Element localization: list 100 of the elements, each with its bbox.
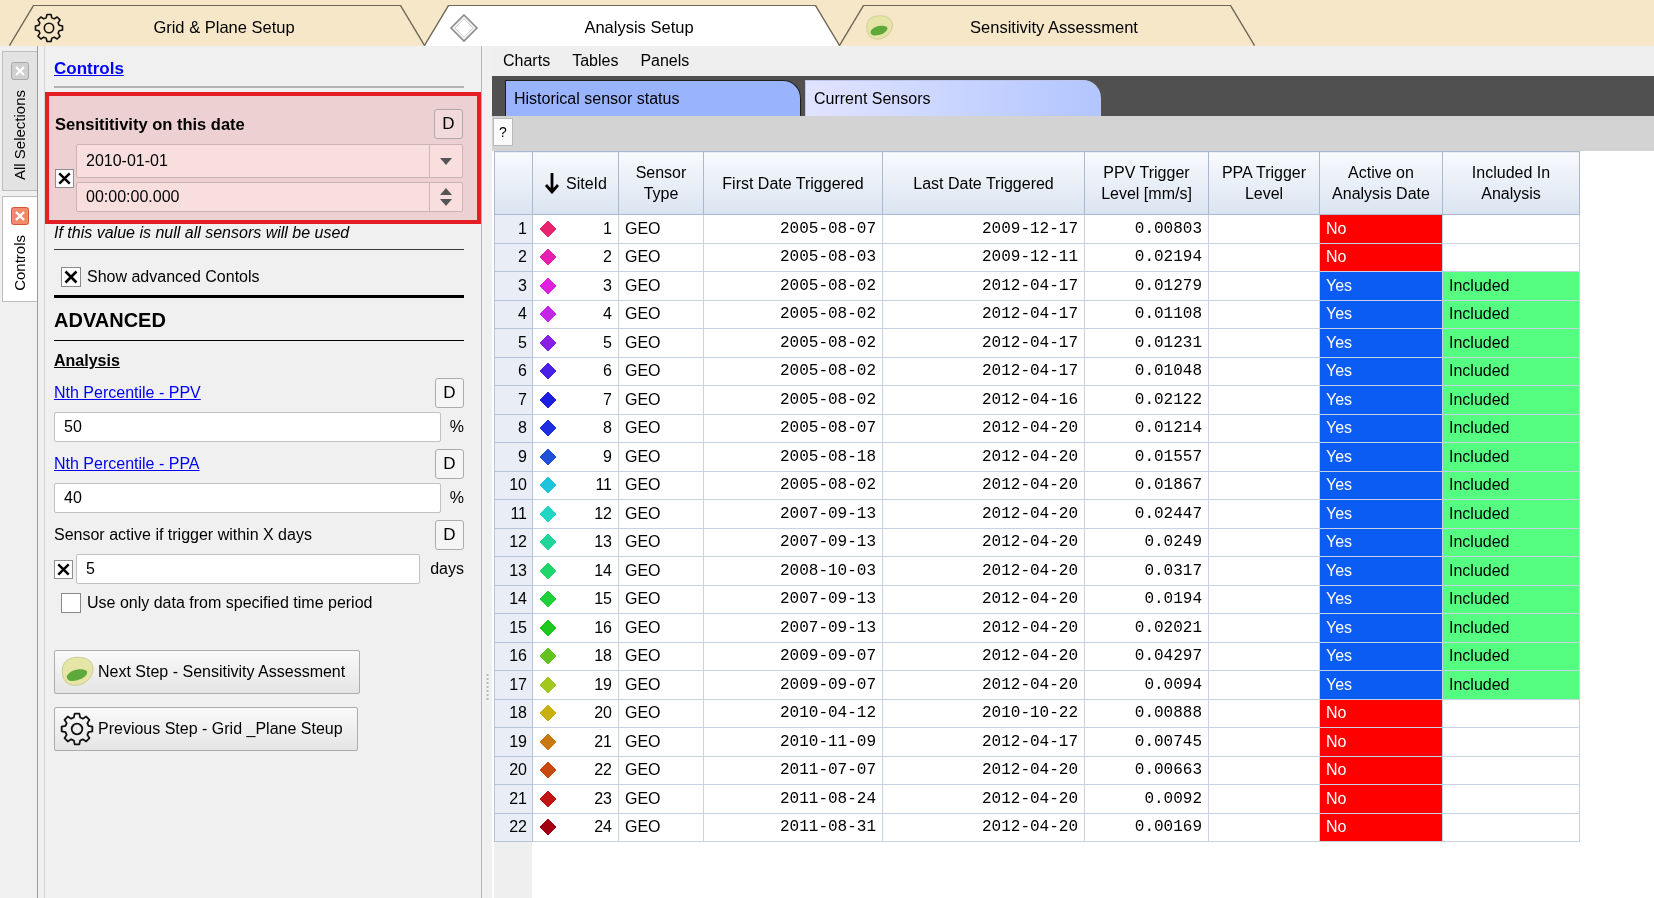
status-cell: Yes xyxy=(1319,414,1443,443)
table-cell: 2012-04-17 xyxy=(882,357,1085,386)
column-header[interactable]: PPV Trigger Level [mm/s] xyxy=(1084,151,1209,215)
column-header[interactable]: First Date Triggered xyxy=(703,151,883,215)
included-cell: Included xyxy=(1442,271,1580,300)
table-cell: 0.01279 xyxy=(1084,271,1209,300)
side-tab[interactable]: All Selections xyxy=(2,51,37,192)
status-cell: Yes xyxy=(1319,442,1443,471)
status-cell: Yes xyxy=(1319,499,1443,528)
column-header[interactable]: Sensor Type xyxy=(618,151,704,215)
row-header: 5 xyxy=(494,328,533,357)
table-cell: 2012-04-20 xyxy=(882,471,1085,500)
included-cell: Included xyxy=(1442,442,1580,471)
checkbox[interactable] xyxy=(61,593,81,613)
table-cell: 2012-04-20 xyxy=(882,414,1085,443)
table-cell: GEO xyxy=(618,471,704,500)
table-cell: GEO xyxy=(618,585,704,614)
field-label: Sensor active if trigger within X days xyxy=(54,526,312,544)
default-button[interactable]: D xyxy=(434,109,463,139)
field-label: Sensititivity on this date xyxy=(55,114,245,134)
menu-item[interactable]: Charts xyxy=(503,52,551,70)
column-header[interactable]: SiteId xyxy=(532,151,619,215)
table-cell: 2012-04-20 xyxy=(882,556,1085,585)
included-cell: Included xyxy=(1442,528,1580,557)
column-header[interactable]: PPA Trigger Level xyxy=(1208,151,1320,215)
included-cell: Included xyxy=(1442,613,1580,642)
diamond-icon xyxy=(449,12,479,43)
section-heading: ADVANCED xyxy=(54,308,166,332)
step-button[interactable]: Previous Step - Grid _Plane Steup xyxy=(54,707,358,751)
row-header: 17 xyxy=(494,670,533,699)
site-id-text: 23 xyxy=(594,789,612,808)
table-cell: GEO xyxy=(618,556,704,585)
table-cell: 2005-08-02 xyxy=(703,328,883,357)
table-cell: 2012-04-20 xyxy=(882,528,1085,557)
table-cell: 2005-08-02 xyxy=(703,271,883,300)
table-cell: 2012-04-17 xyxy=(882,727,1085,756)
menu-item[interactable]: Panels xyxy=(640,52,690,70)
input-field[interactable]: 50 xyxy=(54,412,441,442)
status-cell: Yes xyxy=(1319,385,1443,414)
table-cell: 2005-08-18 xyxy=(703,442,883,471)
step-button[interactable]: Next Step - Sensitivity Assessment xyxy=(54,650,361,694)
table-cell: GEO xyxy=(618,813,704,842)
view-tab[interactable]: Current Sensors xyxy=(805,80,1101,116)
included-cell: Included xyxy=(1442,670,1580,699)
percentile-link[interactable]: Nth Percentile - PPA xyxy=(54,455,200,473)
column-header[interactable]: Included In Analysis xyxy=(1442,151,1580,215)
checkbox[interactable] xyxy=(61,267,81,287)
table-cell: 2011-07-07 xyxy=(703,756,883,785)
row-header: 8 xyxy=(494,414,533,443)
row-header: 4 xyxy=(494,300,533,329)
time-field[interactable]: 00:00:00.000 xyxy=(76,182,463,212)
row-header: 1 xyxy=(494,214,533,243)
default-button[interactable]: D xyxy=(435,520,464,550)
unit-label: % xyxy=(449,418,464,436)
row-header: 11 xyxy=(494,499,533,528)
side-tab[interactable]: Controls xyxy=(2,196,37,302)
column-header[interactable]: Active on Analysis Date xyxy=(1319,151,1443,215)
site-id-text: 3 xyxy=(603,276,612,295)
table-cell: 2005-08-07 xyxy=(703,214,883,243)
gear-icon xyxy=(34,12,64,43)
table-cell: 0.0249 xyxy=(1084,528,1209,557)
checkbox[interactable] xyxy=(55,168,74,188)
input-field[interactable]: 40 xyxy=(54,483,441,513)
default-button[interactable]: D xyxy=(435,378,464,408)
table-cell: 0.00745 xyxy=(1084,727,1209,756)
table-cell: 0.0094 xyxy=(1084,670,1209,699)
site-id-text: 18 xyxy=(594,647,612,666)
menu-item[interactable]: Tables xyxy=(572,52,619,70)
site-id-text: 15 xyxy=(594,590,612,609)
view-tab[interactable]: Historical sensor status xyxy=(505,80,801,116)
site-id-text: 14 xyxy=(594,561,612,580)
table-cell: 2012-04-20 xyxy=(882,499,1085,528)
input-field[interactable]: 5 xyxy=(76,554,420,584)
gear-icon xyxy=(59,712,95,746)
status-cell: No xyxy=(1319,699,1443,728)
default-button[interactable]: D xyxy=(435,449,464,479)
help-button[interactable]: ? xyxy=(493,118,513,146)
percentile-link[interactable]: Nth Percentile - PPV xyxy=(54,384,201,402)
close-icon[interactable] xyxy=(11,207,29,226)
main-tab[interactable]: Analysis Setup xyxy=(425,6,839,46)
spin-arrows-icon xyxy=(440,188,452,206)
column-header[interactable]: Last Date Triggered xyxy=(882,151,1085,215)
status-cell: No xyxy=(1319,813,1443,842)
row-header: 7 xyxy=(494,385,533,414)
status-cell: Yes xyxy=(1319,528,1443,557)
table-cell: 2005-08-02 xyxy=(703,385,883,414)
checkbox[interactable] xyxy=(54,559,73,579)
status-cell: Yes xyxy=(1319,642,1443,671)
row-header: 9 xyxy=(494,442,533,471)
table-cell: 2012-04-17 xyxy=(882,328,1085,357)
date-field[interactable]: 2010-01-01 xyxy=(76,144,463,178)
site-id-text: 22 xyxy=(594,761,612,780)
row-header: 16 xyxy=(494,642,533,671)
controls-link[interactable]: Controls xyxy=(54,58,124,80)
grip-dots-icon[interactable] xyxy=(485,674,489,700)
site-id-text: 20 xyxy=(594,704,612,723)
table-cell: 2007-09-13 xyxy=(703,499,883,528)
status-cell: Yes xyxy=(1319,670,1443,699)
unit-label: days xyxy=(430,560,464,578)
table-cell: GEO xyxy=(618,385,704,414)
